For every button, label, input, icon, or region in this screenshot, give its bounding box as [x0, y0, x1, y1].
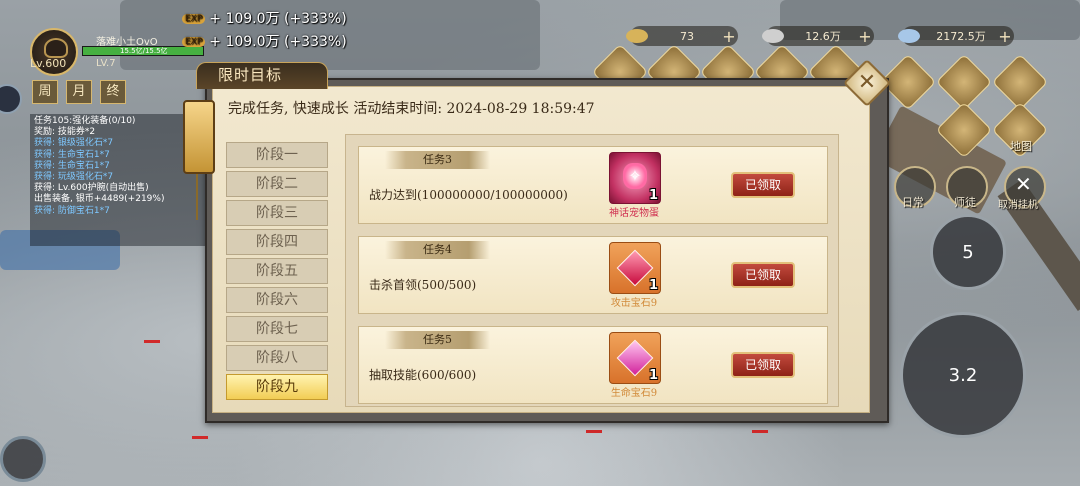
attack-gem-icon	[616, 249, 654, 287]
task-tag: 任务5	[385, 331, 490, 349]
quest-line: 任务105:强化装备(0/10)	[34, 116, 136, 126]
stage-tab-5[interactable]: 阶段五	[226, 258, 328, 284]
quest-line: 获得: 生命宝石1*7	[34, 149, 110, 160]
pet-egg-icon: ✧	[623, 163, 647, 189]
tab-final[interactable]: 终	[100, 80, 126, 104]
quest-line: 出售装备, 银币+4489(+219%)	[34, 194, 165, 205]
enemy-hp-bar	[144, 340, 160, 343]
cancel-icon: ✕	[1015, 172, 1032, 196]
currency-silver: 12.6万 +	[762, 26, 874, 46]
claimed-button[interactable]: 已领取	[731, 352, 795, 378]
skill-button-1[interactable]: 5	[930, 214, 1006, 290]
life-gem-icon	[616, 339, 654, 377]
quest-tracker[interactable]: 任务105:强化装备(0/10) 奖励: 技能券*2 获得: 银级强化石*7 获…	[30, 114, 208, 246]
reward-item[interactable]: 1	[609, 242, 661, 294]
skill-button-2[interactable]: 3.2	[900, 312, 1026, 438]
dialog-title: 限时目标	[218, 66, 283, 84]
quest-line: 获得: Lv.600护腕(自动出售)	[34, 183, 149, 194]
tab-weekly[interactable]: 周	[32, 80, 58, 104]
enemy-hp-bar	[192, 436, 208, 439]
claimed-button[interactable]: 已领取	[731, 172, 795, 198]
task-description: 战力达到(100000000/100000000)	[369, 188, 568, 202]
dialog-headline: 完成任务, 快速成长 活动结束时间: 2024-08-29 18:59:47	[228, 101, 595, 117]
stage-tab-2[interactable]: 阶段二	[226, 171, 328, 197]
stage-tab-9[interactable]: 阶段九	[226, 374, 328, 400]
reward-quantity: 1	[648, 278, 658, 293]
mentor-label: 师徒	[954, 196, 976, 209]
enemy-hp-bar	[586, 430, 602, 433]
reward-quantity: 1	[648, 188, 658, 203]
feather-icon	[898, 29, 920, 43]
player-hp-text: 15.5亿/15.5亿	[120, 47, 168, 55]
stage-tab-6[interactable]: 阶段六	[226, 287, 328, 313]
quest-line: 获得: 银级强化石*7	[34, 138, 114, 149]
task-tag: 任务3	[385, 151, 490, 169]
reward-name: 攻击宝石9	[610, 298, 658, 309]
gold-ingot-icon	[626, 29, 648, 43]
map-label: 地图	[1010, 140, 1032, 153]
reward-name: 神话宠物蛋	[609, 208, 659, 219]
reward-quantity: 1	[648, 368, 658, 383]
quest-line: 奖励: 技能券*2	[34, 127, 96, 138]
ally-icon	[0, 436, 46, 482]
stage-tab-3[interactable]: 阶段三	[226, 200, 328, 226]
tab-monthly[interactable]: 月	[66, 80, 92, 104]
stage-tab-1[interactable]: 阶段一	[226, 142, 328, 168]
currency-gold: 73 +	[626, 26, 738, 46]
add-gold-button[interactable]: +	[720, 27, 738, 46]
task-description: 击杀首领(500/500)	[369, 278, 477, 292]
quest-line: 获得: 防御宝石1*7	[34, 205, 110, 216]
claimed-button[interactable]: 已领取	[731, 262, 795, 288]
quest-line: 获得: 生命宝石1*7	[34, 160, 110, 171]
stage-tab-4[interactable]: 阶段四	[226, 229, 328, 255]
lantern-icon	[183, 100, 215, 174]
player-level: Lv.600	[30, 57, 67, 70]
add-silver-button[interactable]: +	[856, 27, 874, 46]
stage-tab-8[interactable]: 阶段八	[226, 345, 328, 371]
task-tag: 任务4	[385, 241, 490, 259]
silver-ingot-icon	[762, 29, 784, 43]
reward-name: 生命宝石9	[610, 388, 658, 399]
exp-gain-line: EXP + 109.0万 (+333%)	[182, 8, 347, 28]
exp-gain-line: EXP + 109.0万 (+333%)	[182, 31, 347, 51]
reward-item[interactable]: 1	[609, 332, 661, 384]
close-icon: ✕	[857, 70, 877, 95]
daily-label: 日常	[902, 196, 924, 209]
task-description: 抽取技能(600/600)	[369, 368, 477, 382]
enemy-hp-bar	[752, 430, 768, 433]
add-feather-button[interactable]: +	[996, 27, 1014, 46]
quest-line: 获得: 玩级强化石*7	[34, 172, 114, 183]
lantern-string	[196, 170, 198, 220]
player-level-tag: LV.7	[96, 58, 116, 69]
reward-item[interactable]: ✧ 1	[609, 152, 661, 204]
cancel-auto-label: 取消挂机	[998, 200, 1038, 211]
currency-feather: 2172.5万 +	[898, 26, 1014, 46]
stage-tab-7[interactable]: 阶段七	[226, 316, 328, 342]
